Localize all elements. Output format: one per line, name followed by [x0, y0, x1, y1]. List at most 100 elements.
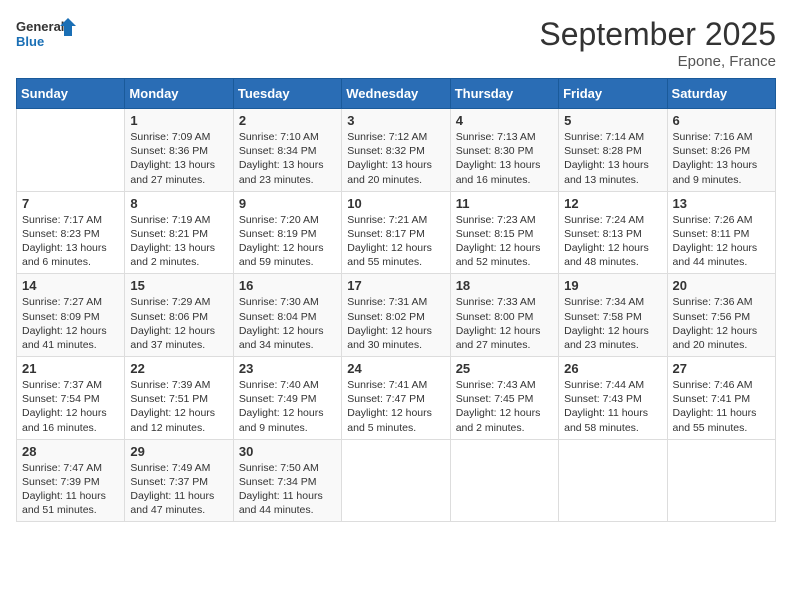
day-number: 19	[564, 278, 661, 293]
day-number: 2	[239, 113, 336, 128]
calendar-cell: 21Sunrise: 7:37 AM Sunset: 7:54 PM Dayli…	[17, 357, 125, 440]
day-info: Sunrise: 7:41 AM Sunset: 7:47 PM Dayligh…	[347, 378, 444, 435]
day-info: Sunrise: 7:33 AM Sunset: 8:00 PM Dayligh…	[456, 295, 553, 352]
calendar-cell	[450, 439, 558, 522]
day-number: 13	[673, 196, 770, 211]
month-title: September 2025	[539, 16, 776, 53]
header-friday: Friday	[559, 79, 667, 109]
title-block: September 2025 Epone, France	[539, 16, 776, 70]
day-info: Sunrise: 7:34 AM Sunset: 7:58 PM Dayligh…	[564, 295, 661, 352]
day-info: Sunrise: 7:50 AM Sunset: 7:34 PM Dayligh…	[239, 461, 336, 518]
calendar-cell: 29 Sunrise: 7:49 AM Sunset: 7:37 PM Dayli…	[125, 439, 233, 522]
calendar-cell: 30 Sunrise: 7:50 AM Sunset: 7:34 PM Dayli…	[233, 439, 341, 522]
day-number: 5	[564, 113, 661, 128]
calendar-cell: 27 Sunrise: 7:46 AM Sunset: 7:41 PM Dayli…	[667, 357, 775, 440]
day-info: Sunrise: 7:43 AM Sunset: 7:45 PM Dayligh…	[456, 378, 553, 435]
calendar-cell: 3 Sunrise: 7:12 AM Sunset: 8:32 PM Daylig…	[342, 109, 450, 192]
day-number: 20	[673, 278, 770, 293]
calendar-cell: 28 Sunrise: 7:47 AM Sunset: 7:39 PM Dayli…	[17, 439, 125, 522]
day-info: Sunrise: 7:49 AM Sunset: 7:37 PM Dayligh…	[130, 461, 227, 518]
day-number: 28	[22, 444, 119, 459]
calendar-cell	[17, 109, 125, 192]
day-info: Sunrise: 7:31 AM Sunset: 8:02 PM Dayligh…	[347, 295, 444, 352]
day-info: Sunrise: 7:39 AM Sunset: 7:51 PM Dayligh…	[130, 378, 227, 435]
day-number: 27	[673, 361, 770, 376]
day-info: Sunrise: 7:17 AM Sunset: 8:23 PM Dayligh…	[22, 213, 119, 270]
day-info: Sunrise: 7:21 AM Sunset: 8:17 PM Dayligh…	[347, 213, 444, 270]
calendar-cell: 10 Sunrise: 7:21 AM Sunset: 8:17 PM Dayli…	[342, 191, 450, 274]
calendar-cell: 12 Sunrise: 7:24 AM Sunset: 8:13 PM Dayli…	[559, 191, 667, 274]
calendar-cell: 25 Sunrise: 7:43 AM Sunset: 7:45 PM Dayli…	[450, 357, 558, 440]
calendar-cell: 11Sunrise: 7:23 AM Sunset: 8:15 PM Dayli…	[450, 191, 558, 274]
day-info: Sunrise: 7:30 AM Sunset: 8:04 PM Dayligh…	[239, 295, 336, 352]
header-tuesday: Tuesday	[233, 79, 341, 109]
svg-text:General: General	[16, 19, 64, 34]
day-info: Sunrise: 7:10 AM Sunset: 8:34 PM Dayligh…	[239, 130, 336, 187]
day-number: 14	[22, 278, 119, 293]
header-sunday: Sunday	[17, 79, 125, 109]
day-info: Sunrise: 7:27 AM Sunset: 8:09 PM Dayligh…	[22, 295, 119, 352]
day-number: 1	[130, 113, 227, 128]
calendar-cell	[559, 439, 667, 522]
day-number: 18	[456, 278, 553, 293]
day-info: Sunrise: 7:36 AM Sunset: 7:56 PM Dayligh…	[673, 295, 770, 352]
day-info: Sunrise: 7:40 AM Sunset: 7:49 PM Dayligh…	[239, 378, 336, 435]
day-number: 8	[130, 196, 227, 211]
day-number: 9	[239, 196, 336, 211]
day-number: 6	[673, 113, 770, 128]
calendar-cell	[667, 439, 775, 522]
day-info: Sunrise: 7:14 AM Sunset: 8:28 PM Dayligh…	[564, 130, 661, 187]
day-number: 30	[239, 444, 336, 459]
day-info: Sunrise: 7:16 AM Sunset: 8:26 PM Dayligh…	[673, 130, 770, 187]
day-info: Sunrise: 7:20 AM Sunset: 8:19 PM Dayligh…	[239, 213, 336, 270]
day-number: 16	[239, 278, 336, 293]
calendar-cell: 8 Sunrise: 7:19 AM Sunset: 8:21 PM Daylig…	[125, 191, 233, 274]
day-number: 3	[347, 113, 444, 128]
day-info: Sunrise: 7:47 AM Sunset: 7:39 PM Dayligh…	[22, 461, 119, 518]
page-header: General Blue September 2025 Epone, Franc…	[16, 16, 776, 70]
calendar-cell: 24 Sunrise: 7:41 AM Sunset: 7:47 PM Dayli…	[342, 357, 450, 440]
day-number: 29	[130, 444, 227, 459]
location-title: Epone, France	[539, 53, 776, 70]
calendar-cell	[342, 439, 450, 522]
calendar-cell: 1 Sunrise: 7:09 AM Sunset: 8:36 PM Daylig…	[125, 109, 233, 192]
day-number: 10	[347, 196, 444, 211]
calendar-cell: 23Sunrise: 7:40 AM Sunset: 7:49 PM Dayli…	[233, 357, 341, 440]
day-number: 7	[22, 196, 119, 211]
day-number: 22	[130, 361, 227, 376]
day-number: 11	[456, 196, 553, 211]
day-number: 24	[347, 361, 444, 376]
calendar-cell: 4Sunrise: 7:13 AM Sunset: 8:30 PM Daylig…	[450, 109, 558, 192]
header-wednesday: Wednesday	[342, 79, 450, 109]
day-info: Sunrise: 7:44 AM Sunset: 7:43 PM Dayligh…	[564, 378, 661, 435]
day-number: 12	[564, 196, 661, 211]
calendar-cell: 15 Sunrise: 7:29 AM Sunset: 8:06 PM Dayli…	[125, 274, 233, 357]
day-info: Sunrise: 7:09 AM Sunset: 8:36 PM Dayligh…	[130, 130, 227, 187]
calendar-cell: 26 Sunrise: 7:44 AM Sunset: 7:43 PM Dayli…	[559, 357, 667, 440]
day-info: Sunrise: 7:19 AM Sunset: 8:21 PM Dayligh…	[130, 213, 227, 270]
calendar-cell: 17 Sunrise: 7:31 AM Sunset: 8:02 PM Dayli…	[342, 274, 450, 357]
day-info: Sunrise: 7:29 AM Sunset: 8:06 PM Dayligh…	[130, 295, 227, 352]
day-info: Sunrise: 7:12 AM Sunset: 8:32 PM Dayligh…	[347, 130, 444, 187]
day-number: 25	[456, 361, 553, 376]
day-info: Sunrise: 7:46 AM Sunset: 7:41 PM Dayligh…	[673, 378, 770, 435]
calendar-cell: 16 Sunrise: 7:30 AM Sunset: 8:04 PM Dayli…	[233, 274, 341, 357]
day-number: 17	[347, 278, 444, 293]
day-number: 15	[130, 278, 227, 293]
calendar-cell: 6 Sunrise: 7:16 AM Sunset: 8:26 PM Daylig…	[667, 109, 775, 192]
calendar-cell: 13 Sunrise: 7:26 AM Sunset: 8:11 PM Dayli…	[667, 191, 775, 274]
calendar-cell: 20 Sunrise: 7:36 AM Sunset: 7:56 PM Dayli…	[667, 274, 775, 357]
header-saturday: Saturday	[667, 79, 775, 109]
day-number: 4	[456, 113, 553, 128]
day-info: Sunrise: 7:26 AM Sunset: 8:11 PM Dayligh…	[673, 213, 770, 270]
calendar-cell: 9 Sunrise: 7:20 AM Sunset: 8:19 PM Daylig…	[233, 191, 341, 274]
calendar-cell: 14 Sunrise: 7:27 AM Sunset: 8:09 PM Dayli…	[17, 274, 125, 357]
calendar-table: SundayMondayTuesdayWednesdayThursdayFrid…	[16, 78, 776, 522]
calendar-cell: 18 Sunrise: 7:33 AM Sunset: 8:00 PM Dayli…	[450, 274, 558, 357]
svg-text:Blue: Blue	[16, 34, 44, 49]
header-thursday: Thursday	[450, 79, 558, 109]
day-info: Sunrise: 7:24 AM Sunset: 8:13 PM Dayligh…	[564, 213, 661, 270]
day-number: 26	[564, 361, 661, 376]
day-info: Sunrise: 7:37 AM Sunset: 7:54 PM Dayligh…	[22, 378, 119, 435]
logo-svg: General Blue	[16, 16, 76, 52]
